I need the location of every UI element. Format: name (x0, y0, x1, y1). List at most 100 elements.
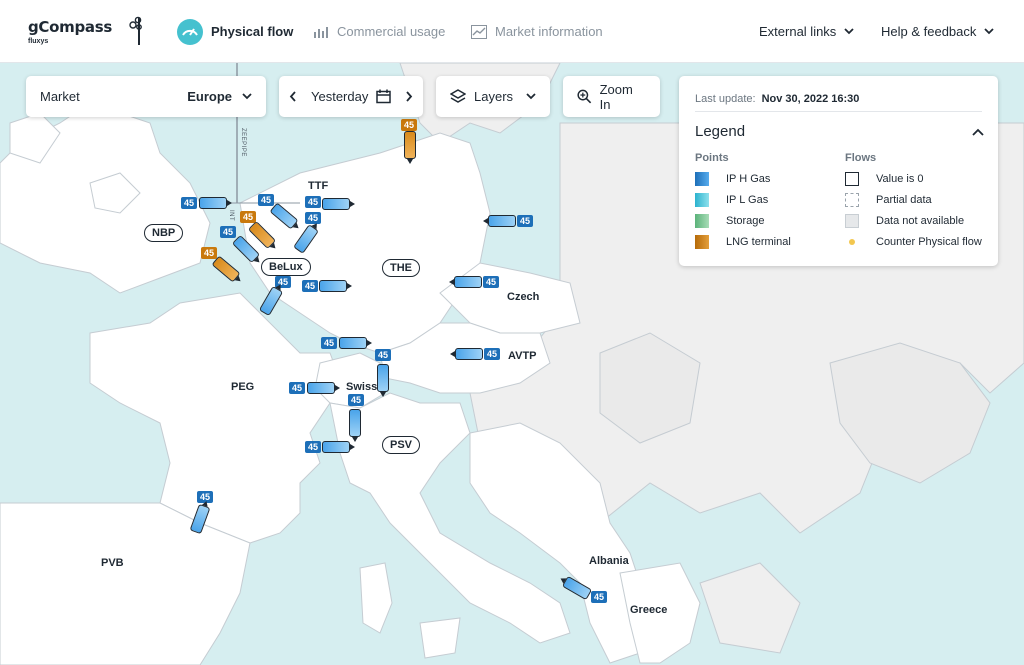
flow-value-badge[interactable]: 45 (201, 247, 217, 259)
zone-swiss[interactable]: Swiss (346, 381, 377, 393)
header-divider (138, 18, 140, 45)
legend-point-label: LNG terminal (726, 236, 791, 248)
legend-divider (695, 111, 982, 112)
help-feedback-menu[interactable]: Help & feedback (881, 0, 995, 63)
market-selector[interactable]: Market Europe (26, 76, 266, 117)
legend-flow-label: Value is 0 (876, 173, 924, 185)
zoom-in-button[interactable]: Zoom In (563, 76, 660, 117)
top-navigation-bar: gCompass fluxys Physical flow Commercial… (0, 0, 1024, 63)
layers-icon (450, 88, 466, 103)
flow-value-badge[interactable]: 45 (305, 441, 321, 453)
physical-flow-icon (177, 18, 203, 45)
lng-terminal-swatch (695, 235, 709, 249)
zone-ttf[interactable]: TTF (308, 180, 328, 192)
legend-flow-partial-data: Partial data (845, 193, 932, 207)
flow-value-badge[interactable]: 45 (401, 119, 417, 131)
flow-value-badge[interactable]: 45 (181, 197, 197, 209)
ip-h-gas-marker[interactable] (339, 337, 372, 349)
flow-value-badge[interactable]: 45 (321, 337, 337, 349)
ip-h-gas-swatch (695, 172, 709, 186)
nav-physical-flow[interactable]: Physical flow (177, 0, 293, 63)
market-value: Europe (187, 89, 232, 104)
zone-belux[interactable]: BeLux (261, 258, 311, 276)
calendar-icon[interactable] (376, 89, 392, 104)
zone-peg[interactable]: PEG (231, 381, 254, 393)
chevron-down-icon (984, 28, 995, 35)
zone-greece[interactable]: Greece (630, 604, 667, 616)
legend-points-header: Points (695, 152, 729, 164)
flow-value-badge[interactable]: 45 (258, 194, 274, 206)
brand-subtitle: fluxys (28, 38, 49, 45)
external-links-label: External links (759, 24, 837, 39)
ip-h-gas-marker[interactable] (322, 198, 355, 210)
layers-label: Layers (474, 89, 514, 104)
last-update-label: Last update: (695, 93, 756, 105)
zone-czech[interactable]: Czech (507, 291, 539, 303)
help-feedback-label: Help & feedback (881, 24, 977, 39)
flow-value-badge[interactable]: 45 (375, 349, 391, 361)
layers-menu[interactable]: Layers (436, 76, 550, 117)
flow-value-badge[interactable]: 45 (305, 196, 321, 208)
nav-commercial-usage[interactable]: Commercial usage (313, 0, 445, 63)
nav-physical-flow-label: Physical flow (211, 24, 294, 39)
ip-h-gas-marker[interactable] (449, 276, 482, 288)
legend-flow-counter-physical: Counter Physical flow (845, 235, 982, 249)
app-name: gCompass (28, 18, 112, 36)
value-zero-swatch (845, 172, 859, 186)
legend-point-ip-h-gas: IP H Gas (695, 172, 770, 186)
legend-flow-label: Counter Physical flow (876, 236, 982, 248)
lng-terminal-marker[interactable] (404, 131, 416, 159)
gcompass-logo[interactable]: gCompass fluxys (28, 16, 142, 45)
zone-albania[interactable]: Albania (589, 555, 629, 567)
ip-h-gas-marker[interactable] (349, 409, 361, 437)
ip-l-gas-swatch (695, 193, 709, 207)
chevron-left-icon[interactable] (289, 91, 297, 102)
legend-point-label: Storage (726, 215, 765, 227)
chevron-right-icon[interactable] (405, 91, 413, 102)
legend-flow-value-zero: Value is 0 (845, 172, 924, 186)
zoom-in-label: Zoom In (599, 81, 633, 112)
flow-value-badge[interactable]: 45 (484, 348, 500, 360)
flow-value-badge[interactable]: 45 (240, 211, 256, 223)
zone-avtp[interactable]: AVTP (508, 350, 537, 362)
flow-value-badge[interactable]: 45 (289, 382, 305, 394)
zone-nbp[interactable]: NBP (144, 224, 184, 242)
ip-h-gas-marker[interactable] (377, 364, 389, 392)
ip-h-gas-marker[interactable] (450, 348, 483, 360)
flow-value-badge[interactable]: 45 (483, 276, 499, 288)
last-update-value: Nov 30, 2022 16:30 (761, 93, 860, 105)
external-links-menu[interactable]: External links (759, 0, 854, 63)
line-chart-icon (471, 24, 487, 39)
nav-market-information[interactable]: Market information (471, 0, 603, 63)
zone-psv[interactable]: PSV (382, 436, 421, 454)
partial-data-swatch (845, 193, 859, 207)
flow-value-badge[interactable]: 45 (591, 591, 607, 603)
legend-flow-data-not-available: Data not available (845, 214, 964, 228)
chevron-down-icon (242, 93, 252, 100)
ip-h-gas-marker[interactable] (483, 215, 516, 227)
zone-pvb[interactable]: PVB (101, 557, 124, 569)
flow-value-badge[interactable]: 45 (302, 280, 318, 292)
int-label: INT (228, 210, 234, 222)
legend-point-lng-terminal: LNG terminal (695, 235, 791, 249)
flow-value-badge[interactable]: 45 (517, 215, 533, 227)
nav-commercial-usage-label: Commercial usage (337, 24, 446, 39)
legend-flow-label: Data not available (876, 215, 965, 227)
legend-point-label: IP H Gas (726, 173, 771, 185)
ip-h-gas-marker[interactable] (319, 280, 352, 292)
legend-panel: Last update: Nov 30, 2022 16:30 Legend Po… (679, 76, 998, 266)
chevron-down-icon (526, 93, 536, 100)
ip-h-gas-marker[interactable] (307, 382, 340, 394)
counter-physical-flow-dot (845, 235, 859, 249)
market-label: Market (40, 89, 80, 104)
legend-title: Legend (695, 123, 746, 140)
flow-value-badge[interactable]: 45 (348, 394, 364, 406)
zone-the[interactable]: THE (382, 259, 420, 277)
ip-h-gas-marker[interactable] (199, 197, 232, 209)
chevron-down-icon (844, 28, 854, 35)
legend-point-ip-l-gas: IP L Gas (695, 193, 768, 207)
flow-value-badge[interactable]: 45 (220, 226, 236, 238)
date-value[interactable]: Yesterday (311, 89, 368, 104)
chevron-up-icon[interactable] (972, 123, 984, 141)
ip-h-gas-marker[interactable] (322, 441, 355, 453)
